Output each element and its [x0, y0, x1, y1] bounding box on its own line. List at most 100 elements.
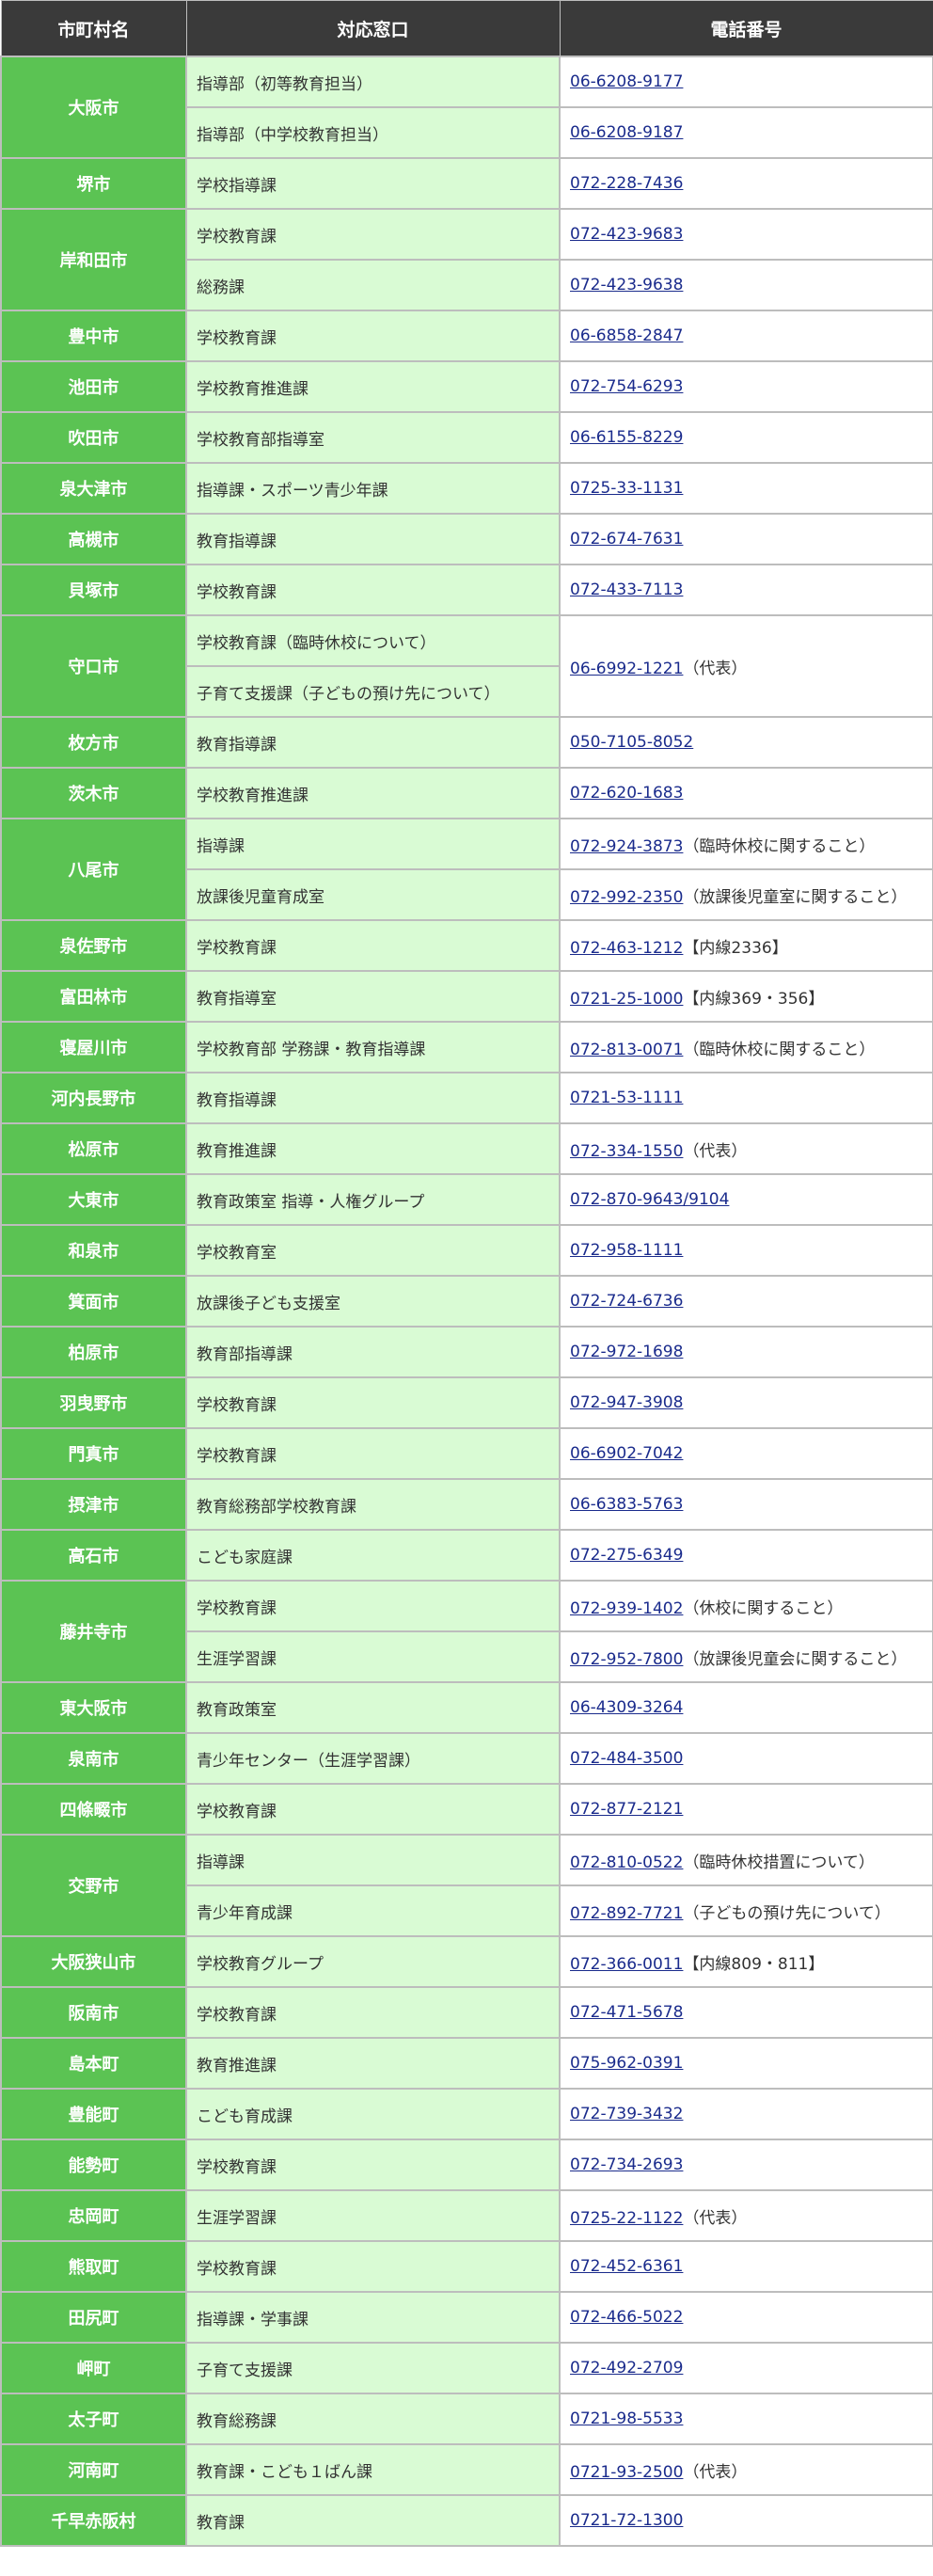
- phone-link[interactable]: 0721-25-1000: [570, 990, 683, 1009]
- phone-link[interactable]: 072-939-1402: [570, 1599, 683, 1618]
- table-row: 茨木市 学校教育推進課 072-620-1683: [0, 767, 933, 819]
- municipality-cell: 岸和田市: [0, 208, 187, 311]
- phone-link[interactable]: 072-492-2709: [570, 2359, 683, 2377]
- contact-desk-cell: 学校教育課: [185, 208, 561, 261]
- municipality-cell: 四條畷市: [0, 1783, 187, 1836]
- phone-link[interactable]: 072-924-3873: [570, 837, 683, 856]
- phone-link[interactable]: 0725-33-1131: [570, 479, 683, 498]
- phone-link[interactable]: 072-471-5678: [570, 2003, 683, 2022]
- phone-link[interactable]: 072-275-6349: [570, 1546, 683, 1565]
- phone-cell: 072-877-2121: [559, 1783, 933, 1836]
- phone-link[interactable]: 072-958-1111: [570, 1241, 683, 1260]
- table-row: 河内長野市 教育指導課 0721-53-1111: [0, 1072, 933, 1124]
- phone-link[interactable]: 072-423-9638: [570, 276, 683, 294]
- phone-link[interactable]: 072-734-2693: [570, 2155, 683, 2174]
- phone-link[interactable]: 072-992-2350: [570, 888, 683, 907]
- municipality-cell: 貝塚市: [0, 564, 187, 616]
- municipality-cell: 大阪市: [0, 56, 187, 159]
- phone-link[interactable]: 072-892-7721: [570, 1904, 683, 1923]
- phone-link[interactable]: 072-228-7436: [570, 174, 683, 193]
- phone-link[interactable]: 072-877-2121: [570, 1800, 683, 1819]
- phone-link[interactable]: 072-754-6293: [570, 377, 683, 396]
- phone-cell: 072-754-6293: [559, 360, 933, 413]
- municipality-cell: 能勢町: [0, 2139, 187, 2191]
- table-row: 豊能町 こども育成課 072-739-3432: [0, 2088, 933, 2140]
- phone-link[interactable]: 072-870-9643/9104: [570, 1190, 729, 1209]
- contact-desk-cell: 指導課・スポーツ青少年課: [185, 462, 561, 515]
- contact-desk-cell: 学校教育課: [185, 310, 561, 362]
- phone-link[interactable]: 0725-22-1122: [570, 2209, 683, 2228]
- municipality-cell: 河南町: [0, 2443, 187, 2496]
- phone-cell: 072-466-5022: [559, 2291, 933, 2344]
- phone-cell: 072-433-7113: [559, 564, 933, 616]
- phone-cell: 072-724-6736: [559, 1275, 933, 1328]
- phone-note: （休校に関すること）: [683, 1598, 844, 1618]
- phone-link[interactable]: 072-724-6736: [570, 1292, 683, 1311]
- table-row: 大阪市 指導部（初等教育担当） 06-6208-9177: [0, 56, 933, 159]
- phone-link[interactable]: 06-6155-8229: [570, 428, 683, 447]
- phone-link[interactable]: 072-813-0071: [570, 1041, 683, 1059]
- phone-link[interactable]: 072-972-1698: [570, 1343, 683, 1361]
- phone-link[interactable]: 072-452-6361: [570, 2257, 683, 2276]
- phone-link[interactable]: 050-7105-8052: [570, 733, 693, 752]
- phone-link[interactable]: 06-4309-3264: [570, 1698, 683, 1717]
- phone-cell: 072-813-0071（臨時休校に関すること）: [559, 1021, 933, 1073]
- phone-link[interactable]: 06-6992-1221: [570, 660, 683, 678]
- phone-link[interactable]: 072-366-0011: [570, 1955, 683, 1974]
- municipality-cell: 交野市: [0, 1834, 187, 1937]
- phone-cell: 072-463-1212【内線2336】: [559, 919, 933, 972]
- phone-link[interactable]: 072-423-9683: [570, 225, 683, 244]
- phone-link[interactable]: 0721-98-5533: [570, 2409, 683, 2428]
- phone-link[interactable]: 06-6383-5763: [570, 1495, 683, 1514]
- contact-desk-cell: 教育総務課: [185, 2393, 561, 2445]
- phone-link[interactable]: 06-6858-2847: [570, 326, 683, 345]
- phone-link[interactable]: 06-6208-9187: [570, 123, 683, 142]
- municipality-cell: 島本町: [0, 2037, 187, 2090]
- phone-link[interactable]: 072-433-7113: [570, 580, 683, 599]
- phone-cell: 06-6902-7042: [559, 1427, 933, 1480]
- phone-link[interactable]: 0721-93-2500: [570, 2463, 683, 2482]
- phone-link[interactable]: 072-674-7631: [570, 530, 683, 549]
- table-row: 豊中市 学校教育課 06-6858-2847: [0, 310, 933, 362]
- contact-desk-cell: 指導部（中学校教育担当）: [185, 106, 561, 159]
- phone-link[interactable]: 0721-53-1111: [570, 1089, 683, 1107]
- phone-cell: 072-334-1550（代表）: [559, 1122, 933, 1175]
- contact-desk-cell: 教育課: [185, 2494, 561, 2547]
- phone-cell: 0721-53-1111: [559, 1072, 933, 1124]
- municipality-cell: 泉南市: [0, 1732, 187, 1785]
- phone-link[interactable]: 0721-72-1300: [570, 2511, 683, 2530]
- municipality-cell: 泉大津市: [0, 462, 187, 515]
- phone-link[interactable]: 072-484-3500: [570, 1749, 683, 1768]
- contact-desk-cell: 子育て支援課（子どもの預け先について）: [185, 665, 561, 718]
- municipality-cell: 河内長野市: [0, 1072, 187, 1124]
- phone-cell: 072-958-1111: [559, 1224, 933, 1277]
- table-row: 摂津市 教育総務部学校教育課 06-6383-5763: [0, 1478, 933, 1531]
- municipality-cell: 泉佐野市: [0, 919, 187, 972]
- phone-link[interactable]: 072-947-3908: [570, 1393, 683, 1412]
- phone-link[interactable]: 072-466-5022: [570, 2308, 683, 2327]
- municipality-cell: 阪南市: [0, 1986, 187, 2039]
- table-row: 高槻市 教育指導課 072-674-7631: [0, 513, 933, 565]
- phone-link[interactable]: 075-962-0391: [570, 2054, 683, 2073]
- municipality-cell: 藤井寺市: [0, 1580, 187, 1683]
- contact-desk-cell: こども育成課: [185, 2088, 561, 2140]
- phone-link[interactable]: 06-6208-9177: [570, 72, 683, 91]
- table-row: 堺市 学校指導課 072-228-7436: [0, 157, 933, 210]
- table-row: 枚方市 教育指導課 050-7105-8052: [0, 716, 933, 769]
- phone-link[interactable]: 072-952-7800: [570, 1650, 683, 1669]
- phone-link[interactable]: 072-334-1550: [570, 1142, 683, 1161]
- phone-cell: 072-620-1683: [559, 767, 933, 819]
- municipality-cell: 豊中市: [0, 310, 187, 362]
- contact-desk-cell: 指導課: [185, 1834, 561, 1886]
- municipality-cell: 高石市: [0, 1529, 187, 1582]
- phone-link[interactable]: 072-620-1683: [570, 784, 683, 803]
- phone-link[interactable]: 072-739-3432: [570, 2105, 683, 2123]
- phone-cell: 072-734-2693: [559, 2139, 933, 2191]
- phone-link[interactable]: 06-6902-7042: [570, 1444, 683, 1463]
- header-contact-desk: 対応窓口: [185, 0, 561, 57]
- phone-link[interactable]: 072-810-0522: [570, 1853, 683, 1872]
- phone-cell: 072-939-1402（休校に関すること）: [559, 1580, 933, 1632]
- phone-note: （臨時休校に関すること）: [683, 836, 876, 856]
- table-row: 泉大津市 指導課・スポーツ青少年課 0725-33-1131: [0, 462, 933, 515]
- phone-link[interactable]: 072-463-1212: [570, 939, 683, 958]
